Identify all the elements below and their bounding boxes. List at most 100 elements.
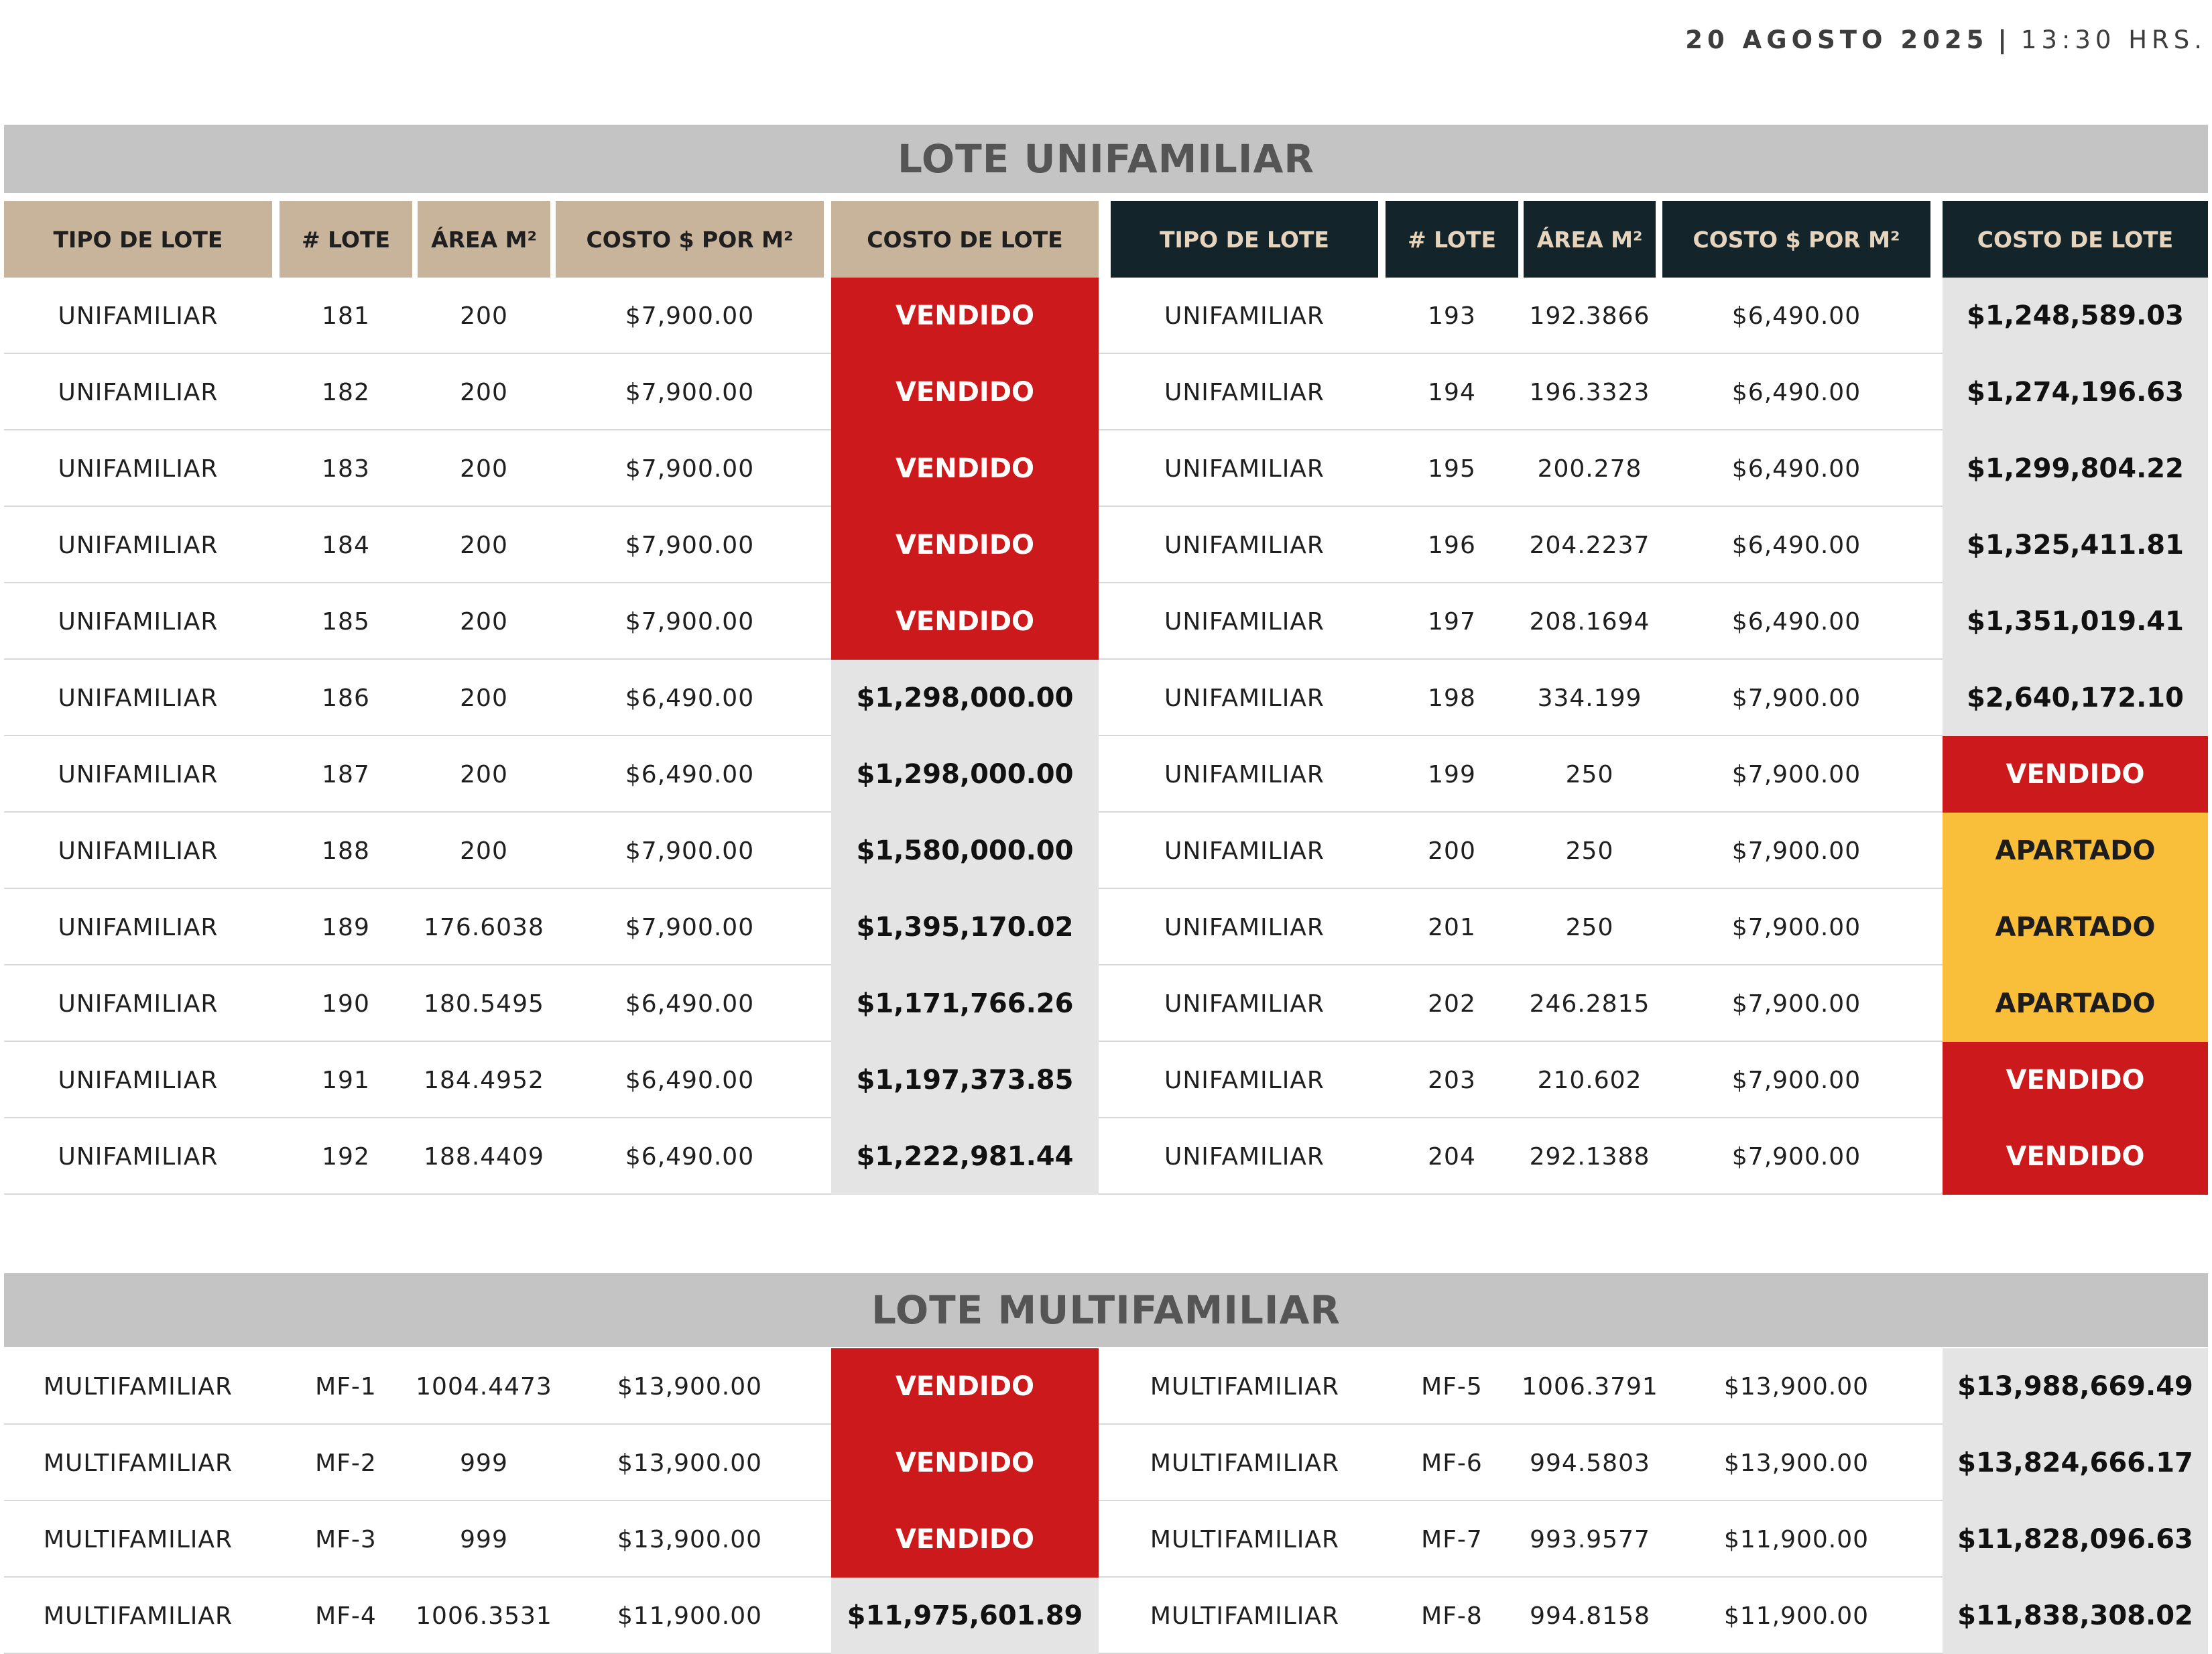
cell-costo-de-lote: VENDIDO <box>1943 736 2208 813</box>
cell-tipo-de-lote: MULTIFAMILIAR <box>43 1449 233 1477</box>
table-row: UNIFAMILIAR 182 200 $7,900.00 VENDIDO UNIFAMI… <box>4 354 2208 430</box>
table-row: UNIFAMILIAR 186 200 $6,490.00 $1,298,000.00 U… <box>4 660 2208 736</box>
cell-tipo-de-lote: UNIFAMILIAR <box>58 990 219 1018</box>
cell-tipo-de-lote: UNIFAMILIAR <box>1164 913 1325 941</box>
cell-lote-number: MF-7 <box>1421 1525 1483 1553</box>
cell-costo-de-lote: VENDIDO <box>831 583 1099 660</box>
cell-costo-de-lote: $1,197,373.85 <box>831 1042 1099 1118</box>
cell-lote-number: 186 <box>322 684 370 712</box>
cell-costo-por-m2: $7,900.00 <box>1731 913 1861 941</box>
cell-costo-por-m2: $7,900.00 <box>625 607 755 636</box>
cell-tipo-de-lote: MULTIFAMILIAR <box>43 1372 233 1401</box>
header-left-costo-por-m2: COSTO $ POR M² <box>556 201 824 278</box>
cell-area: 292.1388 <box>1529 1142 1650 1171</box>
cell-costo-de-lote: $11,828,096.63 <box>1943 1501 2208 1578</box>
cell-area: 184.4952 <box>424 1066 544 1094</box>
cell-costo-de-lote: APARTADO <box>1943 965 2208 1042</box>
table-row: UNIFAMILIAR 192 188.4409 $6,490.00 $1,222,98… <box>4 1118 2208 1195</box>
cell-area: 210.602 <box>1537 1066 1642 1094</box>
cell-area: 334.199 <box>1537 684 1642 712</box>
table-row: UNIFAMILIAR 185 200 $7,900.00 VENDIDO UNIFAMI… <box>4 583 2208 660</box>
cell-lote-number: 188 <box>322 837 370 865</box>
cell-costo-por-m2: $6,490.00 <box>625 1142 755 1171</box>
cell-costo-por-m2: $7,900.00 <box>625 837 755 865</box>
cell-lote-number: MF-4 <box>315 1602 377 1630</box>
cell-area: 999 <box>460 1449 508 1477</box>
cell-costo-por-m2: $13,900.00 <box>617 1449 763 1477</box>
cell-area: 208.1694 <box>1529 607 1650 636</box>
cell-tipo-de-lote: UNIFAMILIAR <box>1164 1066 1325 1094</box>
cell-tipo-de-lote: UNIFAMILIAR <box>58 837 219 865</box>
cell-costo-de-lote: $1,222,981.44 <box>831 1118 1099 1195</box>
cell-tipo-de-lote: MULTIFAMILIAR <box>1150 1372 1340 1401</box>
cell-area: 999 <box>460 1525 508 1553</box>
cell-tipo-de-lote: MULTIFAMILIAR <box>43 1525 233 1553</box>
cell-costo-por-m2: $11,900.00 <box>617 1602 763 1630</box>
cell-area: 1004.4473 <box>416 1372 552 1401</box>
cell-tipo-de-lote: UNIFAMILIAR <box>58 531 219 559</box>
cell-tipo-de-lote: MULTIFAMILIAR <box>43 1602 233 1630</box>
cell-lote-number: MF-5 <box>1421 1372 1483 1401</box>
cell-costo-por-m2: $7,900.00 <box>625 302 755 330</box>
cell-lote-number: 185 <box>322 607 370 636</box>
time-text: 13:30 HRS. <box>2020 25 2207 54</box>
cell-costo-por-m2: $13,900.00 <box>1723 1372 1869 1401</box>
cell-area: 192.3866 <box>1529 302 1650 330</box>
cell-costo-de-lote: $11,838,308.02 <box>1943 1578 2208 1654</box>
cell-lote-number: MF-6 <box>1421 1449 1483 1477</box>
cell-costo-de-lote: $1,395,170.02 <box>831 889 1099 965</box>
cell-lote-number: 203 <box>1428 1066 1476 1094</box>
cell-lote-number: 187 <box>322 760 370 788</box>
cell-lote-number: 201 <box>1428 913 1476 941</box>
table-row: UNIFAMILIAR 187 200 $6,490.00 $1,298,000.00 U… <box>4 736 2208 813</box>
cell-costo-por-m2: $7,900.00 <box>1731 760 1861 788</box>
cell-costo-de-lote: VENDIDO <box>831 430 1099 507</box>
cell-costo-de-lote: $1,171,766.26 <box>831 965 1099 1042</box>
cell-lote-number: 191 <box>322 1066 370 1094</box>
header-left-tipo-de-lote: TIPO DE LOTE <box>4 201 272 278</box>
cell-lote-number: MF-8 <box>1421 1602 1483 1630</box>
cell-tipo-de-lote: UNIFAMILIAR <box>1164 760 1325 788</box>
cell-tipo-de-lote: UNIFAMILIAR <box>58 1066 219 1094</box>
cell-costo-de-lote: $1,298,000.00 <box>831 736 1099 813</box>
cell-costo-de-lote: VENDIDO <box>831 278 1099 354</box>
cell-costo-por-m2: $6,490.00 <box>1731 607 1861 636</box>
cell-tipo-de-lote: MULTIFAMILIAR <box>1150 1602 1340 1630</box>
cell-area: 200 <box>460 531 508 559</box>
cell-area: 993.9577 <box>1530 1525 1650 1553</box>
cell-tipo-de-lote: MULTIFAMILIAR <box>1150 1525 1340 1553</box>
header-right-costo-de-lote: COSTO DE LOTE <box>1943 201 2208 278</box>
cell-tipo-de-lote: UNIFAMILIAR <box>58 302 219 330</box>
cell-area: 176.6038 <box>424 913 544 941</box>
cell-costo-de-lote: $2,640,172.10 <box>1943 660 2208 736</box>
cell-costo-por-m2: $13,900.00 <box>1723 1449 1869 1477</box>
cell-lote-number: 197 <box>1428 607 1476 636</box>
cell-area: 180.5495 <box>424 990 544 1018</box>
cell-lote-number: 199 <box>1428 760 1476 788</box>
cell-lote-number: 204 <box>1428 1142 1476 1171</box>
cell-tipo-de-lote: UNIFAMILIAR <box>1164 837 1325 865</box>
date-separator: | <box>1998 25 2012 54</box>
table-row: UNIFAMILIAR 190 180.5495 $6,490.00 $1,171,76… <box>4 965 2208 1042</box>
cell-area: 1006.3531 <box>416 1602 552 1630</box>
cell-lote-number: MF-2 <box>315 1449 377 1477</box>
header-right-lote-number: # LOTE <box>1386 201 1518 278</box>
cell-costo-por-m2: $6,490.00 <box>625 684 755 712</box>
cell-area: 200 <box>460 378 508 406</box>
cell-costo-de-lote: VENDIDO <box>831 1348 1099 1425</box>
cell-tipo-de-lote: UNIFAMILIAR <box>1164 607 1325 636</box>
cell-tipo-de-lote: UNIFAMILIAR <box>58 1142 219 1171</box>
cell-tipo-de-lote: UNIFAMILIAR <box>58 378 219 406</box>
cell-costo-por-m2: $6,490.00 <box>625 760 755 788</box>
cell-lote-number: 182 <box>322 378 370 406</box>
cell-lote-number: 194 <box>1428 378 1476 406</box>
cell-costo-de-lote: $1,351,019.41 <box>1943 583 2208 660</box>
cell-costo-de-lote: $13,824,666.17 <box>1943 1425 2208 1501</box>
cell-lote-number: 190 <box>322 990 370 1018</box>
table-row: MULTIFAMILIAR MF-3 999 $13,900.00 VENDIDO MUL… <box>4 1501 2208 1578</box>
header-left-lote-number: # LOTE <box>280 201 412 278</box>
cell-costo-de-lote: VENDIDO <box>831 1501 1099 1578</box>
cell-costo-por-m2: $7,900.00 <box>625 455 755 483</box>
table-row: MULTIFAMILIAR MF-4 1006.3531 $11,900.00 $11,… <box>4 1578 2208 1654</box>
cell-costo-de-lote: VENDIDO <box>1943 1118 2208 1195</box>
